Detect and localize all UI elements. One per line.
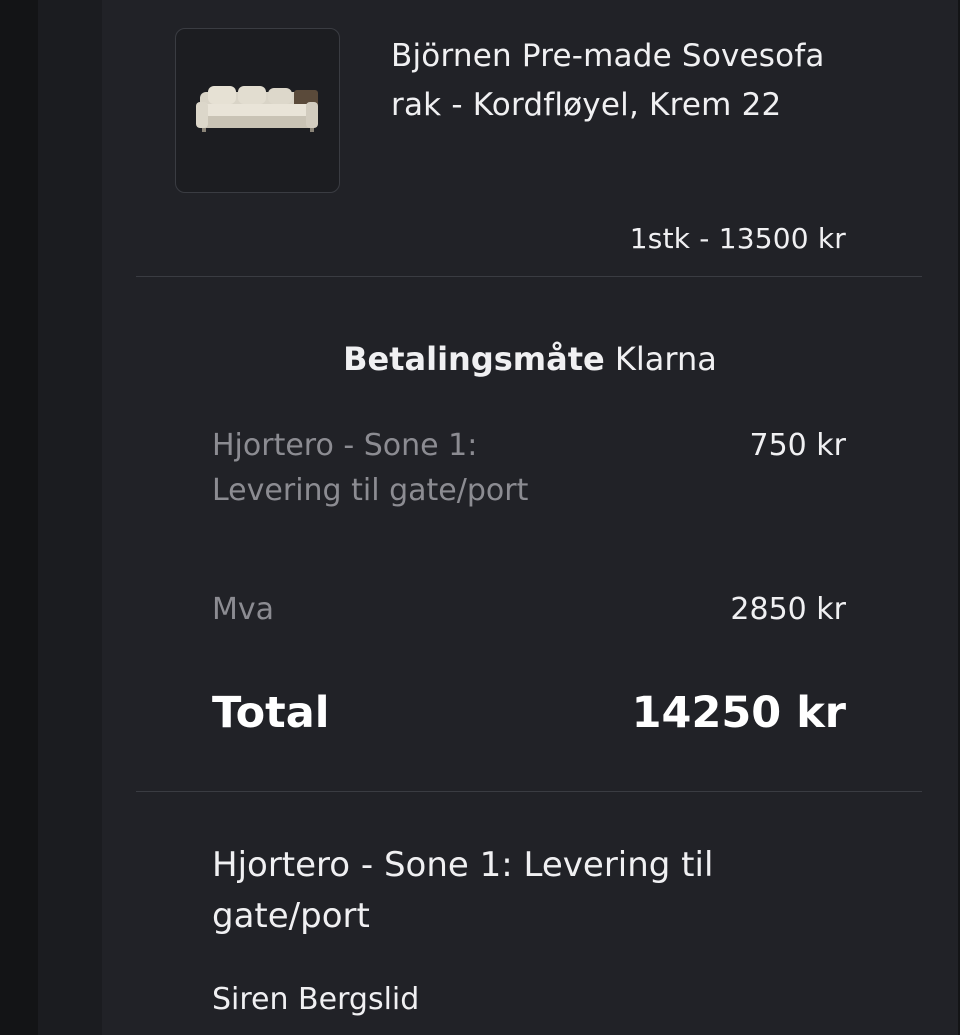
total-value: 14250 kr: [631, 688, 846, 738]
payment-method-label: Betalingsmåte: [343, 340, 605, 378]
page-frame: Björnen Pre-made Sovesofa rak - Kordfløy…: [38, 0, 958, 1035]
divider: [136, 276, 922, 277]
product-name[interactable]: Björnen Pre-made Sovesofa rak - Kordfløy…: [391, 32, 861, 130]
customer-name: Siren Bergslid: [212, 982, 420, 1017]
vat-label: Mva: [212, 592, 275, 627]
divider: [136, 791, 922, 792]
delivery-method-title: Hjortero - Sone 1: Levering til gate/por…: [212, 845, 714, 936]
quantity-price: 1stk - 13500 kr: [629, 222, 846, 255]
customer-address-link[interactable]: ​: [212, 1024, 512, 1035]
sofa-image: [196, 86, 318, 132]
shipping-fee-label: Hjortero - Sone 1: Levering til gate/por…: [212, 428, 529, 508]
total-label: Total: [212, 688, 330, 738]
payment-method: Betalingsmåte Klarna: [102, 340, 958, 378]
order-summary-card: Björnen Pre-made Sovesofa rak - Kordfløy…: [102, 0, 958, 1035]
vat-value: 2850 kr: [730, 592, 846, 627]
payment-method-value: Klarna: [614, 340, 717, 378]
shipping-fee-value: 750 kr: [749, 428, 846, 463]
customer-address-partial: ​: [212, 1024, 512, 1035]
product-thumbnail[interactable]: [175, 28, 340, 193]
